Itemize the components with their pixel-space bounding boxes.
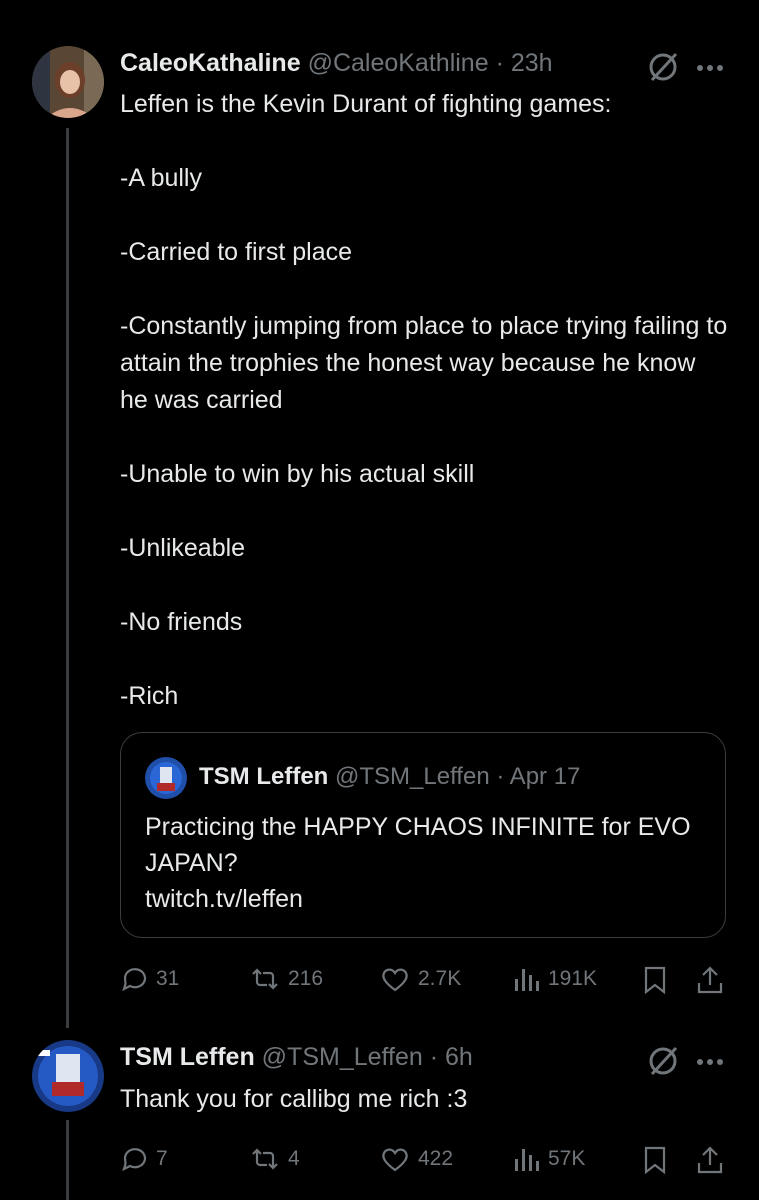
reply-button[interactable]: 31 bbox=[120, 965, 179, 993]
like-button[interactable]: 422 bbox=[380, 1145, 453, 1173]
grok-icon[interactable] bbox=[646, 50, 680, 89]
thread-line bbox=[66, 128, 69, 1028]
more-icon[interactable] bbox=[696, 1054, 724, 1072]
like-count: 2.7K bbox=[418, 967, 462, 990]
display-name[interactable]: CaleoKathaline bbox=[120, 49, 301, 77]
reply-count: 7 bbox=[156, 1147, 168, 1170]
views-icon bbox=[515, 1149, 539, 1171]
views-count: 191K bbox=[548, 967, 598, 990]
timestamp: · Apr 17 bbox=[496, 763, 581, 790]
tweet-header: TSM Leffen @TSM_Leffen · 6h bbox=[120, 1043, 473, 1072]
repost-count: 4 bbox=[288, 1147, 300, 1170]
like-button[interactable]: 2.7K bbox=[380, 965, 461, 993]
repost-icon bbox=[252, 968, 278, 990]
like-icon bbox=[382, 968, 408, 992]
handle: @TSM_Leffen bbox=[335, 763, 490, 790]
more-icon[interactable] bbox=[696, 60, 724, 78]
bookmark-icon bbox=[644, 1146, 666, 1175]
display-name[interactable]: TSM Leffen bbox=[120, 1043, 255, 1071]
handle[interactable]: @TSM_Leffen bbox=[262, 1043, 423, 1071]
repost-count: 216 bbox=[288, 967, 324, 990]
share-button[interactable] bbox=[696, 965, 724, 995]
views-icon bbox=[515, 969, 539, 991]
bookmark-icon bbox=[644, 966, 666, 995]
repost-button[interactable]: 216 bbox=[250, 965, 323, 993]
bookmark-button[interactable] bbox=[642, 965, 668, 995]
views-button[interactable]: 191K bbox=[512, 965, 597, 993]
views-count: 57K bbox=[548, 1147, 586, 1170]
reply-icon bbox=[122, 1148, 147, 1172]
timestamp[interactable]: · 6h bbox=[430, 1043, 473, 1071]
repost-button[interactable]: 4 bbox=[250, 1145, 300, 1173]
reply-icon bbox=[122, 968, 147, 992]
share-icon bbox=[697, 1146, 723, 1174]
share-button[interactable] bbox=[696, 1145, 724, 1175]
grok-icon[interactable] bbox=[646, 1044, 680, 1083]
handle[interactable]: @CaleoKathline bbox=[308, 49, 489, 77]
timestamp[interactable]: · 23h bbox=[496, 49, 553, 77]
quoted-tweet-text: Practicing the HAPPY CHAOS INFINITE for … bbox=[145, 813, 691, 913]
tweet-header: CaleoKathaline @CaleoKathline · 23h bbox=[120, 49, 553, 78]
thread-line bbox=[66, 1120, 69, 1200]
like-icon bbox=[382, 1148, 408, 1172]
tweet-text: Leffen is the Kevin Durant of fighting g… bbox=[120, 90, 728, 710]
quoted-tweet[interactable]: TSM Leffen @TSM_Leffen · Apr 17 Practici… bbox=[120, 732, 726, 938]
avatar[interactable] bbox=[32, 46, 104, 118]
bookmark-button[interactable] bbox=[642, 1145, 668, 1175]
quoted-tweet-header: TSM Leffen @TSM_Leffen · Apr 17 bbox=[199, 763, 580, 791]
repost-icon bbox=[252, 1148, 278, 1170]
reply-button[interactable]: 7 bbox=[120, 1145, 168, 1173]
views-button[interactable]: 57K bbox=[512, 1145, 585, 1173]
avatar bbox=[145, 757, 187, 799]
tweet-text: Thank you for callibg me rich :3 bbox=[120, 1085, 468, 1113]
reply-count: 31 bbox=[156, 967, 180, 990]
display-name: TSM Leffen bbox=[199, 763, 329, 790]
avatar[interactable] bbox=[32, 1040, 104, 1112]
share-icon bbox=[697, 966, 723, 994]
like-count: 422 bbox=[418, 1147, 454, 1170]
